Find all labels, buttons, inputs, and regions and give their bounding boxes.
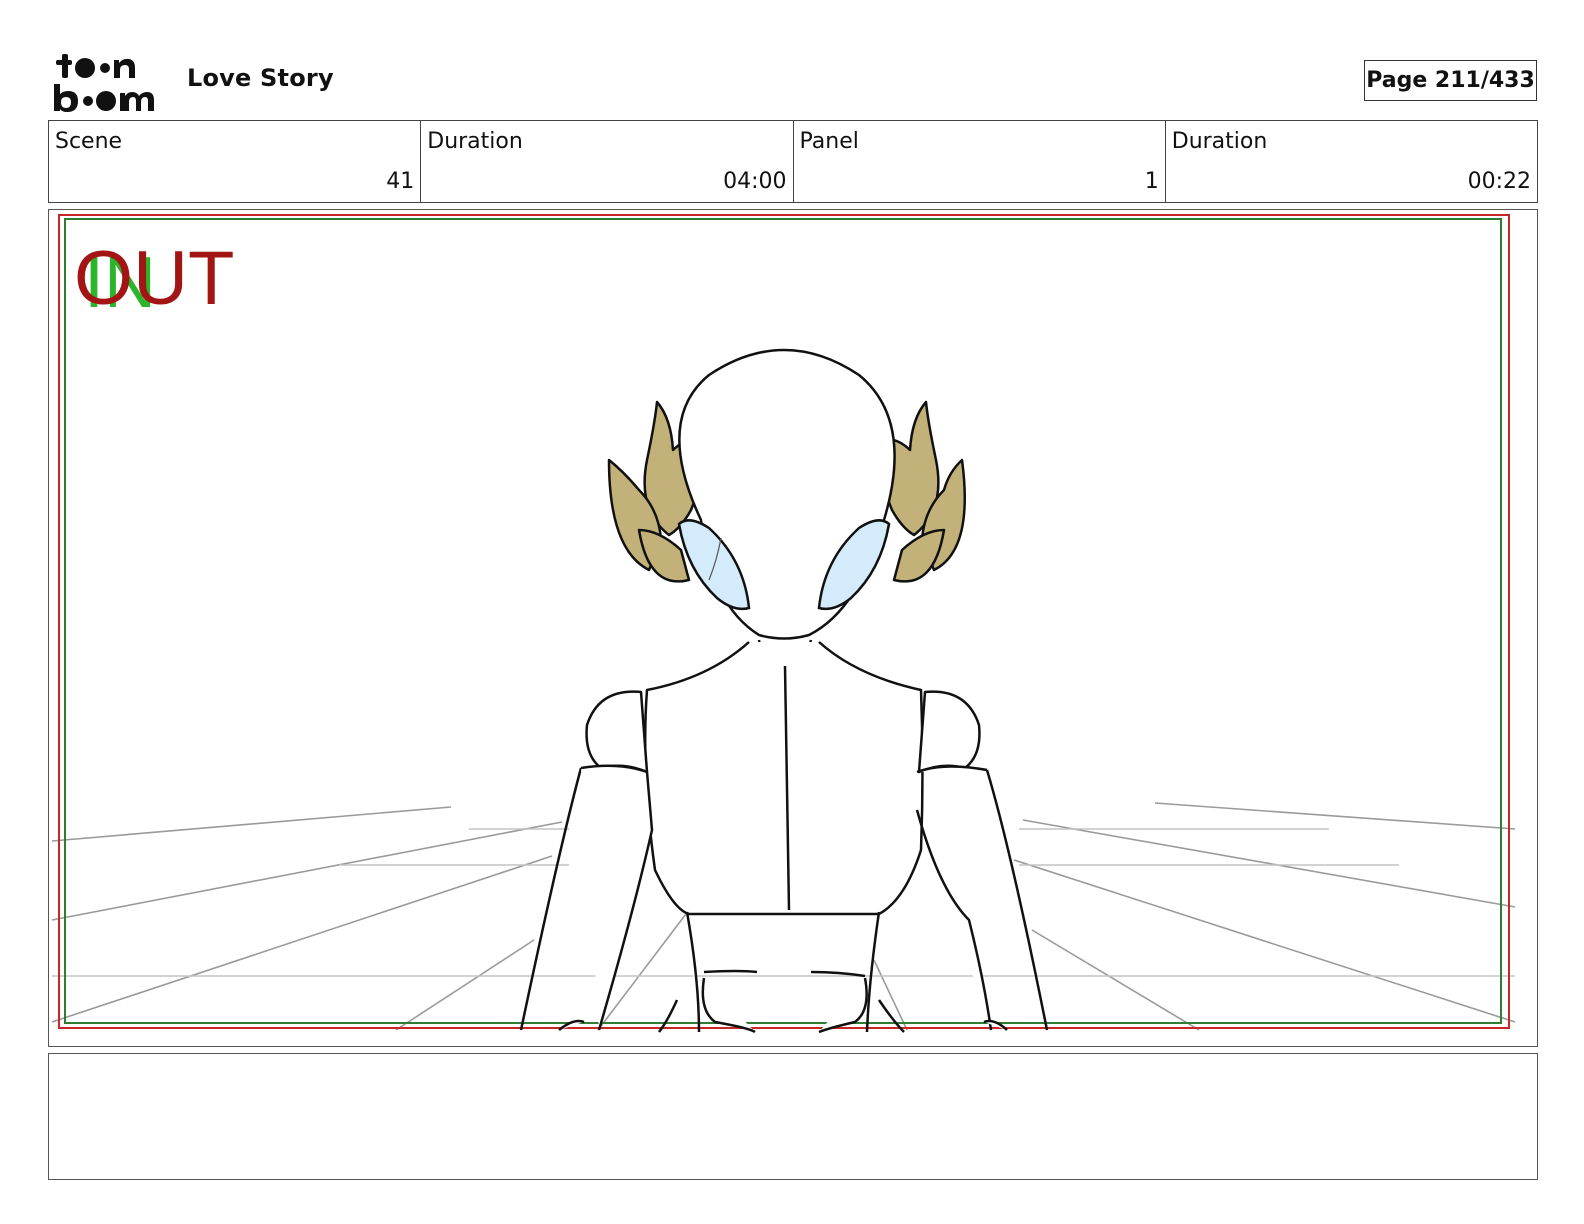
panel-duration-cell: Duration 00:22	[1166, 121, 1537, 202]
panel-label: Panel	[799, 129, 859, 154]
head	[678, 348, 896, 640]
toonboom-logo	[54, 54, 154, 112]
panel-cell: Panel 1	[794, 121, 1166, 202]
scene-duration-cell: Duration 04:00	[421, 121, 794, 202]
storyboard-panel: IN OUT	[48, 209, 1538, 1047]
panel-duration-label: Duration	[1171, 129, 1268, 154]
project-title: Love Story	[187, 64, 334, 92]
scene-duration-value: 04:00	[723, 169, 787, 194]
panel-duration-value: 00:22	[1467, 169, 1531, 194]
page-indicator: Page 211/433	[1364, 60, 1537, 101]
scene-cell: Scene 41	[49, 121, 422, 202]
scene-value: 41	[386, 169, 415, 194]
scene-label: Scene	[55, 129, 123, 154]
panel-drawing: IN OUT	[51, 214, 1516, 1034]
scene-duration-label: Duration	[427, 129, 523, 154]
scene-info-bar: Scene 41 Duration 04:00 Panel 1 Duration…	[48, 120, 1538, 203]
panel-value: 1	[1144, 169, 1159, 194]
out-marker: OUT	[74, 236, 234, 321]
panel-notes-box[interactable]	[48, 1053, 1538, 1180]
